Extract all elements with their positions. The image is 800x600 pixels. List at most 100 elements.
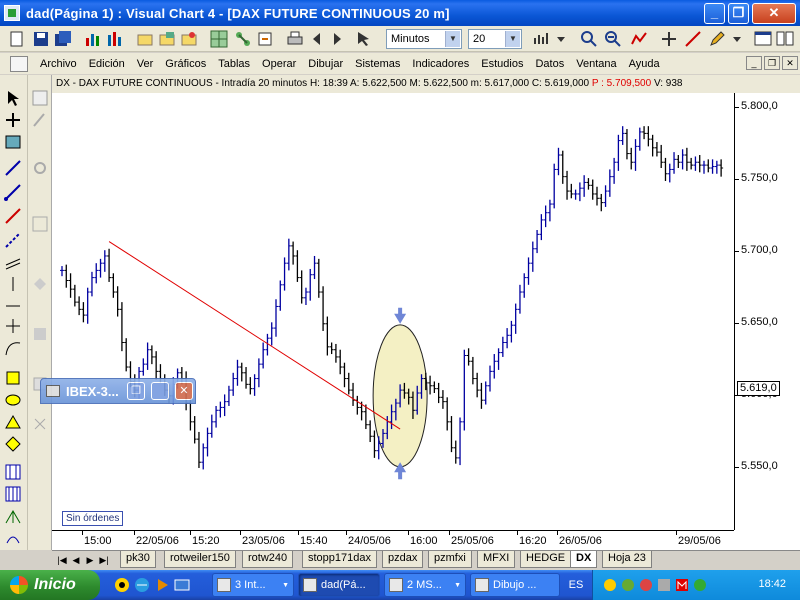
triangle-tool-icon[interactable] xyxy=(4,413,22,431)
menu-archivo[interactable]: Archivo xyxy=(34,58,83,70)
chart-type-icon[interactable] xyxy=(532,30,550,48)
restore-button[interactable]: ❐ xyxy=(728,3,749,24)
indicator-icon[interactable] xyxy=(630,30,648,48)
tray-network-icon[interactable] xyxy=(621,578,635,592)
move-icon[interactable] xyxy=(4,111,22,129)
sheet-tab[interactable]: stopp171dax xyxy=(302,551,377,568)
menu-ventana[interactable]: Ventana xyxy=(570,58,622,70)
print-icon[interactable] xyxy=(286,30,304,48)
tile-windows-icon[interactable] xyxy=(776,30,794,48)
save-all-icon[interactable] xyxy=(54,30,72,48)
link-icon[interactable] xyxy=(234,30,252,48)
new-icon[interactable] xyxy=(8,30,26,48)
chevron-down-icon[interactable]: ▼ xyxy=(505,31,520,47)
first-sheet-icon[interactable]: |◀ xyxy=(56,553,68,567)
zoom-out-icon[interactable] xyxy=(604,30,622,48)
chart-type-dropdown-icon[interactable] xyxy=(552,30,570,48)
period-unit-select[interactable]: Minutos ▼ xyxy=(386,29,462,49)
chevron-down-icon[interactable]: ▼ xyxy=(445,31,460,47)
tray-messenger-icon[interactable] xyxy=(693,578,707,592)
mdi-restore-button[interactable]: ❐ xyxy=(764,56,780,70)
tray-flower-icon[interactable] xyxy=(603,578,617,592)
media-icon[interactable] xyxy=(154,577,170,593)
export-icon[interactable] xyxy=(256,30,274,48)
ibex-minimized-window[interactable]: IBEX-3... ❐ ✕ xyxy=(40,378,196,404)
menu-ayuda[interactable]: Ayuda xyxy=(623,58,666,70)
mdi-close-button[interactable]: ✕ xyxy=(782,56,798,70)
chart-style-icon[interactable] xyxy=(106,30,124,48)
cursor-tool-icon[interactable] xyxy=(354,30,372,48)
sheet-tab[interactable]: rotw240 xyxy=(242,551,294,568)
ibex-close-button[interactable]: ✕ xyxy=(175,382,193,400)
sheet-tab[interactable]: pzdax xyxy=(382,551,424,568)
rectangle-select-icon[interactable] xyxy=(4,133,22,151)
diamond-tool-icon[interactable] xyxy=(4,435,22,453)
grid-tool-icon[interactable] xyxy=(210,30,228,48)
crosshair-icon[interactable] xyxy=(660,30,678,48)
prev-sheet-icon[interactable]: ◀ xyxy=(70,553,82,567)
browser-icon[interactable] xyxy=(134,577,150,593)
menu-dibujar[interactable]: Dibujar xyxy=(302,58,349,70)
chart-window-icon[interactable] xyxy=(10,55,28,72)
menu-estudios[interactable]: Estudios xyxy=(475,58,529,70)
rectangle-tool-icon[interactable] xyxy=(4,369,22,387)
tray-gmail-icon[interactable] xyxy=(675,578,689,592)
taskbar-group-internet[interactable]: 3 Int... ▼ xyxy=(212,573,294,597)
panel-icon[interactable] xyxy=(31,89,49,107)
scroll-right-icon[interactable] xyxy=(328,30,346,48)
next-sheet-icon[interactable]: ▶ xyxy=(84,553,96,567)
gann-tool-icon[interactable] xyxy=(4,485,22,503)
mdi-minimize-button[interactable]: _ xyxy=(746,56,762,70)
bar-chart-icon[interactable] xyxy=(84,30,102,48)
ibex-maximize-button[interactable] xyxy=(151,382,169,400)
ibex-restore-button[interactable]: ❐ xyxy=(127,382,145,400)
quick-launch-icon[interactable] xyxy=(114,577,130,593)
language-indicator[interactable]: ES xyxy=(565,576,587,594)
menu-operar[interactable]: Operar xyxy=(256,58,302,70)
orders-status[interactable]: Sin órdenes xyxy=(62,511,124,526)
pencil-dropdown-icon[interactable] xyxy=(728,30,746,48)
menu-ver[interactable]: Ver xyxy=(131,58,160,70)
pitchfork-tool-icon[interactable] xyxy=(4,507,22,525)
tray-shield-icon[interactable] xyxy=(639,578,653,592)
horizontal-line-icon[interactable] xyxy=(4,297,22,315)
period-value-select[interactable]: 20 ▼ xyxy=(468,29,522,49)
template-icon[interactable] xyxy=(180,30,198,48)
cross-line-icon[interactable] xyxy=(4,317,22,335)
vertical-line-icon[interactable] xyxy=(4,275,22,293)
trendline-tool-icon[interactable] xyxy=(4,183,22,201)
zoom-in-icon[interactable] xyxy=(580,30,598,48)
save-icon[interactable] xyxy=(32,30,50,48)
tray-volume-icon[interactable] xyxy=(657,578,671,592)
taskbar-visual-chart[interactable]: dad(Pá... xyxy=(298,573,380,597)
ray-tool-icon[interactable] xyxy=(4,231,22,249)
sheet-tab[interactable]: HEDGE xyxy=(520,551,572,568)
taskbar-group-ms[interactable]: 2 MS... ▼ xyxy=(384,573,466,597)
last-sheet-icon[interactable]: ▶| xyxy=(98,553,110,567)
text-tool-icon[interactable] xyxy=(4,529,22,547)
close-button[interactable]: ✕ xyxy=(752,3,796,24)
parallel-lines-icon[interactable] xyxy=(4,253,22,271)
channel-tool-icon[interactable] xyxy=(4,207,22,225)
fibonacci-tool-icon[interactable] xyxy=(4,463,22,481)
scroll-left-icon[interactable] xyxy=(308,30,326,48)
sheet-tab[interactable]: rotweiler150 xyxy=(164,551,236,568)
window-layout-icon[interactable] xyxy=(754,30,772,48)
menu-sistemas[interactable]: Sistemas xyxy=(349,58,406,70)
menu-graficos[interactable]: Gráficos xyxy=(159,58,212,70)
sheet-tab[interactable]: MFXI xyxy=(477,551,516,568)
folder-icon[interactable] xyxy=(158,30,176,48)
menu-indicadores[interactable]: Indicadores xyxy=(406,58,475,70)
start-button[interactable]: Inicio xyxy=(0,570,100,600)
price-plot[interactable] xyxy=(52,93,732,530)
curve-tool-icon[interactable] xyxy=(4,339,22,357)
sheet-tab[interactable]: pzmfxi xyxy=(428,551,472,568)
taskbar-paint[interactable]: Dibujo ... xyxy=(470,573,560,597)
menu-tablas[interactable]: Tablas xyxy=(212,58,256,70)
sheet-tab[interactable]: pk30 xyxy=(120,551,156,568)
open-chart-icon[interactable] xyxy=(136,30,154,48)
minimize-button[interactable]: _ xyxy=(704,3,725,24)
select-arrow-icon[interactable] xyxy=(4,89,22,107)
sheet-tab-active[interactable]: DX xyxy=(570,551,598,568)
menu-edicion[interactable]: Edición xyxy=(83,58,131,70)
